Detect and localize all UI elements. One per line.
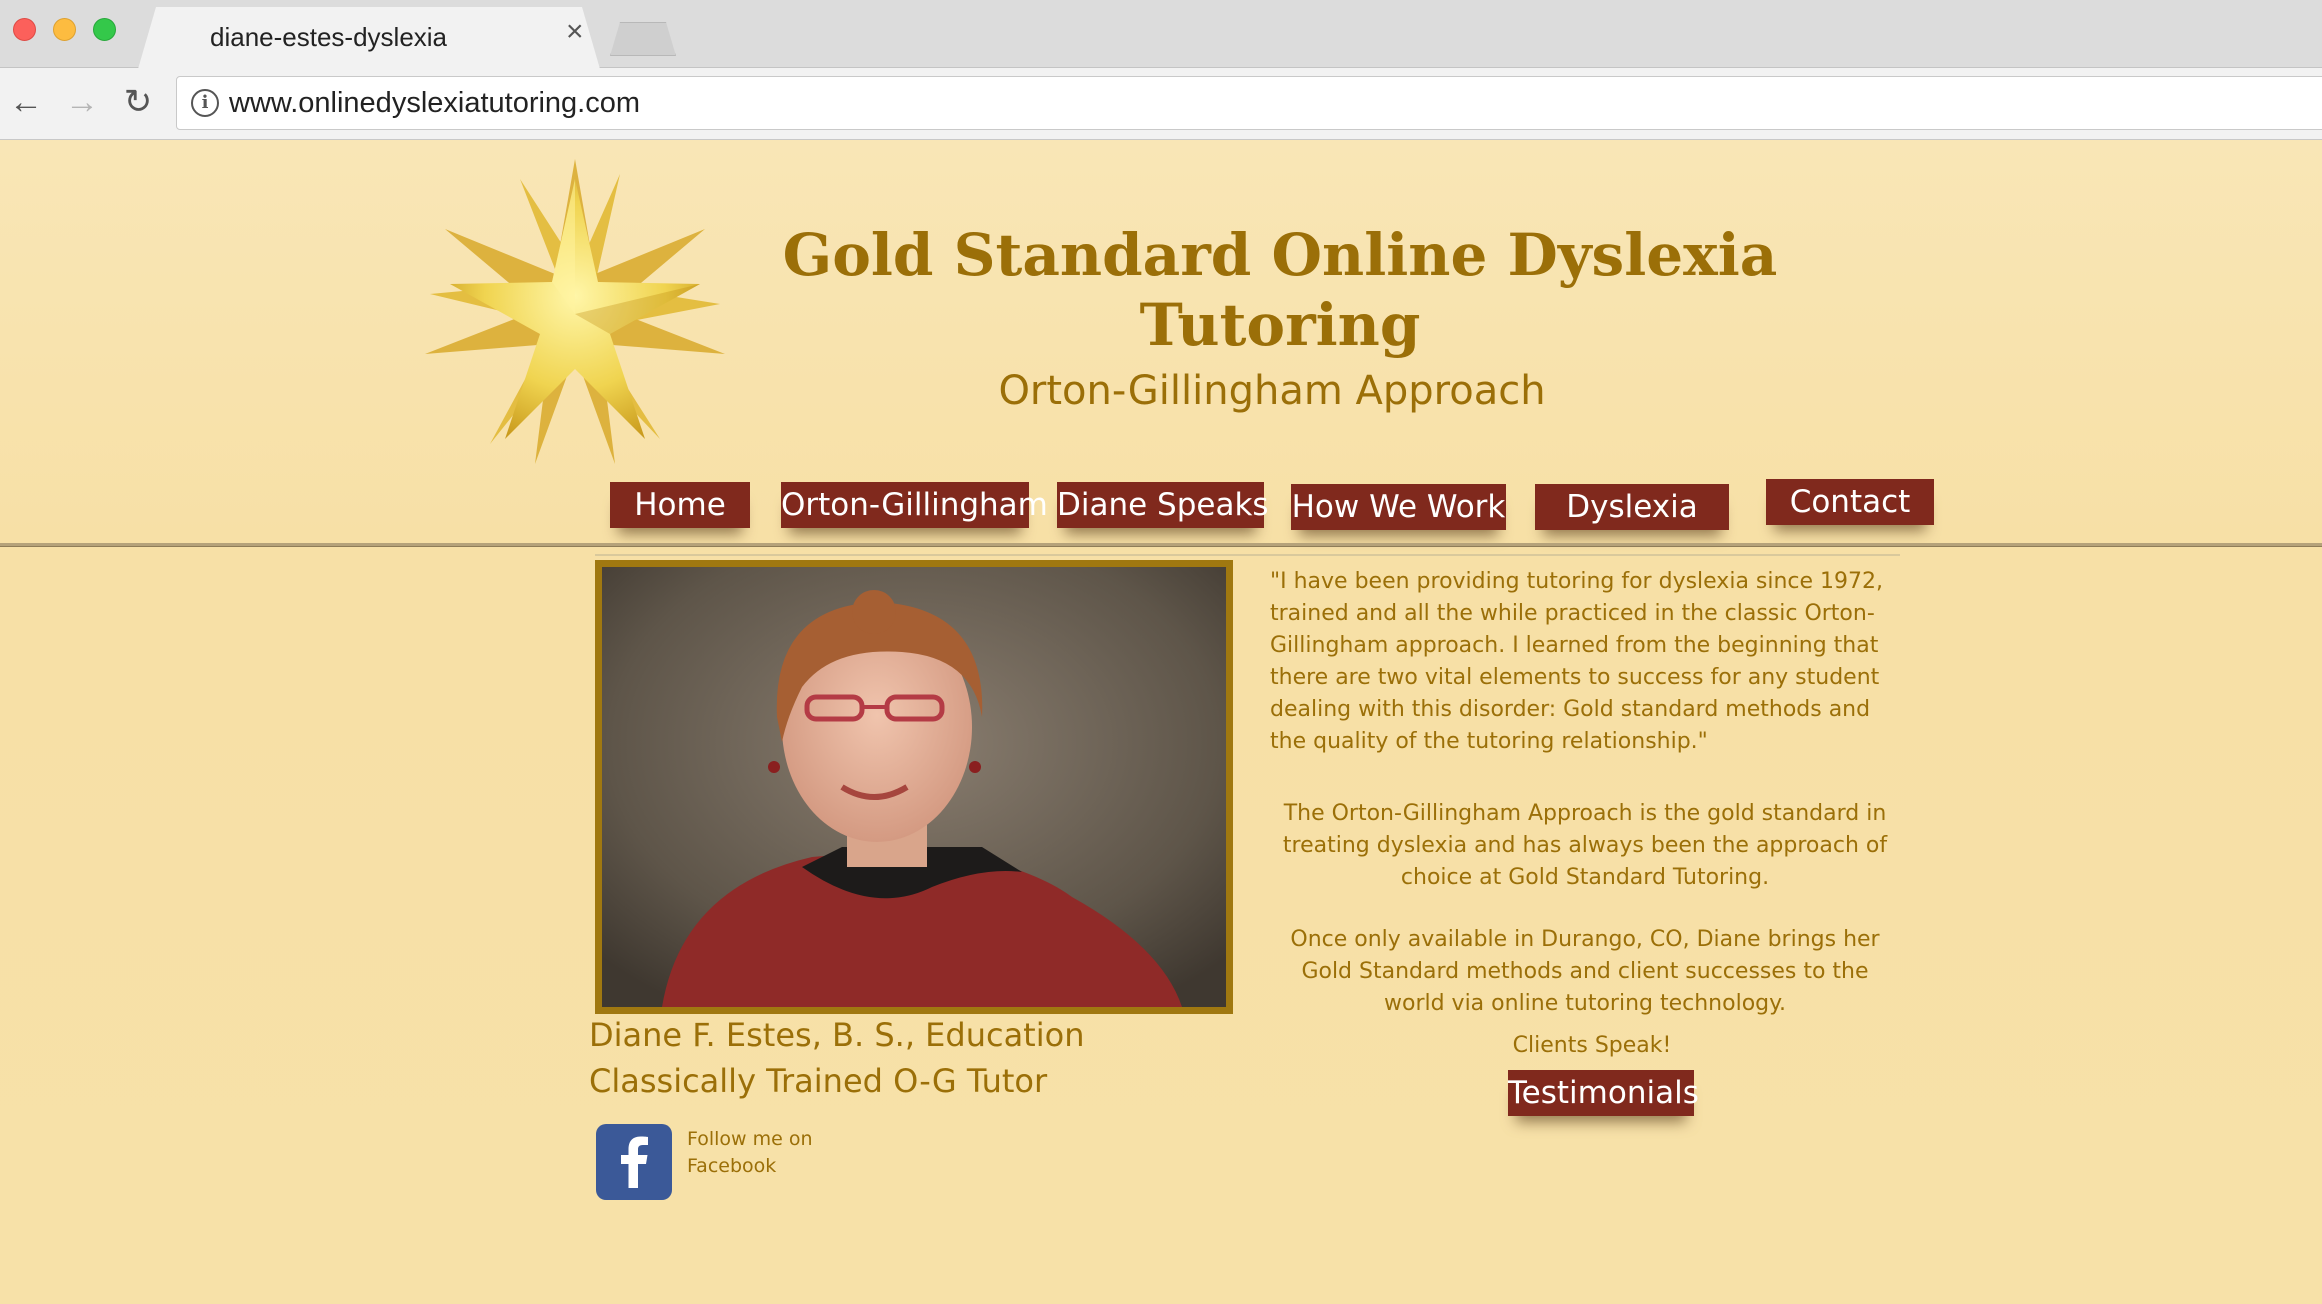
address-bar[interactable]: i www.onlinedyslexiatutoring.com xyxy=(176,76,2322,130)
browser-tab-bar: diane-estes-dyslexia × xyxy=(0,0,2322,69)
nav-home[interactable]: Home xyxy=(610,482,750,528)
nav-orton-gillingham[interactable]: Orton-Gillingham xyxy=(781,482,1048,528)
browser-toolbar: ← → ↻ i www.onlinedyslexiatutoring.com xyxy=(0,68,2322,140)
facebook-icon[interactable] xyxy=(596,1124,672,1200)
url-text[interactable]: www.onlinedyslexiatutoring.com xyxy=(229,87,640,120)
nav-diane-speaks[interactable]: Diane Speaks xyxy=(1057,482,1269,528)
online-tutoring-paragraph: Once only available in Durango, CO, Dian… xyxy=(1290,927,1880,1016)
portrait-frame xyxy=(595,560,1233,1014)
back-arrow-icon[interactable]: ← xyxy=(6,82,46,122)
new-tab-button[interactable] xyxy=(610,22,676,56)
tutor-quote: "I have been providing tutoring for dysl… xyxy=(1270,569,1884,754)
nav-contact[interactable]: Contact xyxy=(1766,479,1934,525)
facebook-follow-link[interactable]: Follow me on Facebook xyxy=(687,1126,847,1180)
tab-close-icon[interactable]: × xyxy=(566,17,584,47)
forward-arrow-icon[interactable]: → xyxy=(62,82,102,122)
nav-how-we-work[interactable]: How We Work xyxy=(1291,484,1506,530)
og-approach-paragraph: The Orton-Gillingham Approach is the gol… xyxy=(1282,801,1888,890)
tutor-name: Diane F. Estes, B. S., Education xyxy=(589,1016,1085,1054)
reload-icon[interactable]: ↻ xyxy=(118,82,158,122)
tab-title: diane-estes-dyslexia xyxy=(210,22,448,52)
page-title: Gold Standard Online Dyslexia Tutoring xyxy=(782,221,1778,359)
page-content: Gold Standard Online Dyslexia Tutoring O… xyxy=(0,140,2322,1304)
testimonials-button[interactable]: Testimonials xyxy=(1508,1070,1699,1116)
window-maximize-button[interactable] xyxy=(93,18,116,41)
window-minimize-button[interactable] xyxy=(53,18,76,41)
browser-tab-active[interactable]: diane-estes-dyslexia × xyxy=(138,7,600,69)
tutor-credential: Classically Trained O-G Tutor xyxy=(589,1062,1048,1100)
window-close-button[interactable] xyxy=(13,18,36,41)
clients-speak-label: Clients Speak! xyxy=(1512,1033,1672,1058)
nav-dyslexia[interactable]: Dyslexia xyxy=(1535,484,1729,530)
info-icon[interactable]: i xyxy=(191,89,219,117)
portrait-photo xyxy=(602,567,1226,1007)
content-divider xyxy=(595,554,1900,556)
page-subtitle: Orton-Gillingham Approach xyxy=(998,368,1546,414)
gold-star-logo-icon xyxy=(425,159,725,464)
header-divider xyxy=(0,543,2322,547)
